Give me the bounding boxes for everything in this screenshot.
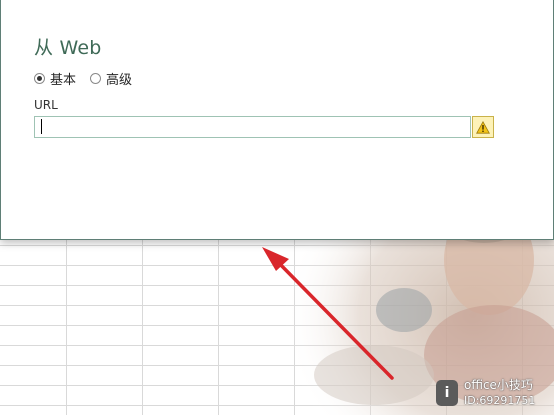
- watermark-name: office小技巧: [464, 378, 533, 392]
- text-caret: [41, 119, 42, 134]
- radio-advanced-label: 高级: [106, 73, 133, 88]
- radio-advanced-indicator[interactable]: [90, 73, 102, 84]
- from-web-dialog: 从 Web 基本 高级 URL: [0, 0, 554, 240]
- warning-button[interactable]: [472, 116, 494, 138]
- watermark-id: ID:69291751: [464, 394, 536, 407]
- radio-basic-label: 基本: [50, 73, 77, 88]
- watermark-text: office小技巧 ID:69291751: [464, 378, 535, 408]
- warning-icon: [476, 120, 490, 134]
- radio-basic-indicator[interactable]: [34, 73, 45, 84]
- url-input[interactable]: [34, 116, 471, 138]
- watermark: i office小技巧 ID:69291751: [436, 375, 552, 411]
- dialog-title: 从 Web: [34, 37, 102, 59]
- radio-basic[interactable]: 基本: [34, 69, 76, 88]
- watermark-logo-icon: i: [436, 380, 458, 406]
- url-label: URL: [34, 98, 58, 112]
- radio-advanced[interactable]: 高级: [90, 69, 132, 88]
- mode-radio-group: 基本 高级: [34, 69, 146, 88]
